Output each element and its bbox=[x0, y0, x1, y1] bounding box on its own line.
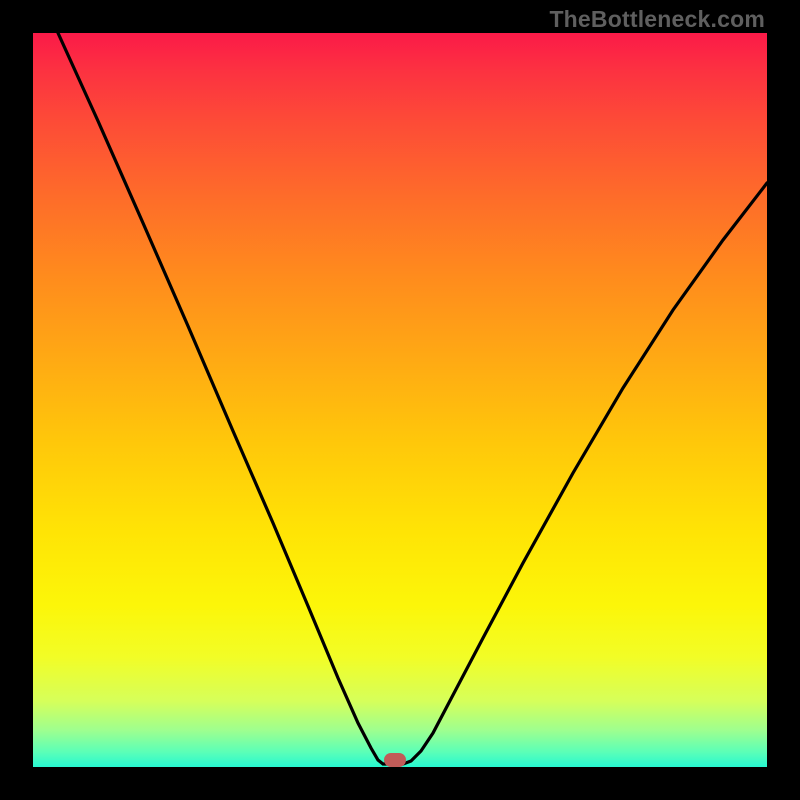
bottleneck-curve bbox=[58, 33, 767, 764]
minimum-marker bbox=[384, 753, 406, 767]
curve-layer bbox=[33, 33, 767, 767]
watermark-text: TheBottleneck.com bbox=[549, 6, 765, 33]
outer-frame: TheBottleneck.com bbox=[0, 0, 800, 800]
